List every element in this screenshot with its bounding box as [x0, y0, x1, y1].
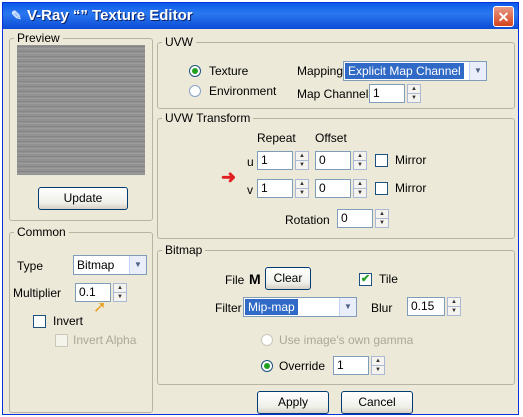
- cancel-button[interactable]: Cancel: [341, 391, 413, 414]
- common-legend: Common: [17, 225, 66, 239]
- spin-up-icon[interactable]: ▲: [296, 152, 308, 161]
- invert-alpha-label: Invert Alpha: [73, 333, 137, 347]
- clear-button[interactable]: Clear: [265, 267, 311, 290]
- type-select-value: Bitmap: [77, 258, 115, 272]
- offset-label: Offset: [315, 131, 347, 145]
- rotation-input[interactable]: 0: [337, 209, 373, 228]
- invert-label: Invert: [53, 314, 84, 328]
- spin-down-icon[interactable]: ▼: [376, 219, 388, 227]
- spin-down-icon[interactable]: ▼: [372, 366, 384, 374]
- mapping-select[interactable]: Explicit Map Channel ▼: [343, 61, 487, 81]
- spin-up-icon[interactable]: ▲: [354, 152, 366, 161]
- spin-down-icon[interactable]: ▼: [296, 161, 308, 169]
- map-channel-spinner[interactable]: ▲ ▼: [407, 84, 421, 103]
- spin-up-icon[interactable]: ▲: [448, 298, 460, 307]
- texture-radio-label: Texture: [209, 64, 249, 78]
- filter-label: Filter: [215, 301, 242, 315]
- u-offset-input[interactable]: 0: [315, 151, 351, 170]
- app-icon: ✎: [11, 8, 22, 23]
- filter-select-value: Mip-map: [245, 299, 298, 315]
- window-title: V-Ray “” Texture Editor: [27, 7, 193, 24]
- chevron-down-icon[interactable]: ▼: [469, 62, 486, 80]
- spin-up-icon[interactable]: ▲: [376, 210, 388, 219]
- uvw-legend: UVW: [165, 35, 193, 49]
- spin-up-icon[interactable]: ▲: [354, 180, 366, 189]
- mapping-label: Mapping: [297, 64, 344, 78]
- map-channel-input[interactable]: 1: [369, 84, 405, 103]
- spin-down-icon[interactable]: ▼: [296, 189, 308, 197]
- file-label: File: [225, 273, 245, 287]
- spin-down-icon[interactable]: ▼: [408, 94, 420, 102]
- texture-preview-image: [17, 45, 145, 175]
- u-mirror-label: Mirror: [395, 153, 427, 167]
- update-button[interactable]: Update: [38, 187, 128, 210]
- spin-up-icon[interactable]: ▲: [114, 284, 126, 293]
- spin-down-icon[interactable]: ▼: [354, 189, 366, 197]
- chevron-down-icon[interactable]: ▼: [129, 256, 146, 274]
- texture-radio[interactable]: [189, 65, 201, 77]
- override-label: Override: [279, 359, 326, 373]
- rotation-label: Rotation: [285, 213, 330, 227]
- close-button[interactable]: ✕: [493, 6, 514, 27]
- uvw-transform-legend: UVW Transform: [165, 111, 251, 125]
- v-repeat-spinner[interactable]: ▲ ▼: [295, 179, 309, 198]
- spin-up-icon[interactable]: ▲: [296, 180, 308, 189]
- filter-select[interactable]: Mip-map ▼: [243, 297, 357, 317]
- type-select[interactable]: Bitmap ▼: [73, 255, 147, 275]
- type-label: Type: [17, 259, 44, 273]
- override-radio[interactable]: [261, 360, 273, 372]
- tile-checkbox[interactable]: ✔: [359, 273, 372, 286]
- spin-down-icon[interactable]: ▼: [114, 293, 126, 301]
- blur-label: Blur: [371, 301, 393, 315]
- map-channel-label: Map Channel: [297, 87, 369, 101]
- blur-spinner[interactable]: ▲ ▼: [447, 297, 461, 316]
- red-arrow-icon: ➜: [221, 167, 237, 187]
- v-offset-spinner[interactable]: ▲ ▼: [353, 179, 367, 198]
- u-offset-spinner[interactable]: ▲ ▼: [353, 151, 367, 170]
- override-spinner[interactable]: ▲ ▼: [371, 356, 385, 375]
- file-m-button[interactable]: M: [249, 271, 261, 287]
- v-offset-input[interactable]: 0: [315, 179, 351, 198]
- title-bar[interactable]: ✎ V-Ray “” Texture Editor ✕: [3, 3, 518, 29]
- apply-button[interactable]: Apply: [257, 391, 329, 414]
- tile-label: Tile: [379, 272, 398, 286]
- u-repeat-input[interactable]: 1: [257, 151, 293, 170]
- repeat-label: Repeat: [257, 131, 296, 145]
- chevron-down-icon[interactable]: ▼: [339, 298, 356, 316]
- spin-down-icon[interactable]: ▼: [448, 307, 460, 315]
- mapping-select-value: Explicit Map Channel: [345, 63, 464, 79]
- bitmap-legend: Bitmap: [165, 243, 203, 257]
- use-gamma-radio[interactable]: [261, 334, 273, 346]
- spin-up-icon[interactable]: ▲: [408, 85, 420, 94]
- use-gamma-label: Use image's own gamma: [279, 333, 414, 347]
- invert-alpha-checkbox[interactable]: [55, 334, 68, 347]
- texture-editor-window: ✎ V-Ray “” Texture Editor ✕ Preview Upda…: [2, 2, 519, 415]
- v-mirror-label: Mirror: [395, 181, 427, 195]
- preview-legend: Preview: [17, 31, 60, 45]
- v-repeat-input[interactable]: 1: [257, 179, 293, 198]
- rotation-spinner[interactable]: ▲ ▼: [375, 209, 389, 228]
- override-input[interactable]: 1: [333, 356, 369, 375]
- v-label: v: [247, 183, 253, 197]
- multiplier-label: Multiplier: [13, 286, 62, 300]
- multiplier-spinner[interactable]: ▲ ▼: [113, 283, 127, 302]
- u-repeat-spinner[interactable]: ▲ ▼: [295, 151, 309, 170]
- environment-radio-label: Environment: [209, 84, 277, 98]
- blur-input[interactable]: 0.15: [407, 297, 445, 316]
- environment-radio[interactable]: [189, 85, 201, 97]
- mouse-cursor-icon: ➚: [93, 299, 107, 316]
- u-label: u: [247, 155, 254, 169]
- spin-up-icon[interactable]: ▲: [372, 357, 384, 366]
- u-mirror-checkbox[interactable]: [375, 154, 388, 167]
- v-mirror-checkbox[interactable]: [375, 182, 388, 195]
- spin-down-icon[interactable]: ▼: [354, 161, 366, 169]
- invert-checkbox[interactable]: [33, 315, 46, 328]
